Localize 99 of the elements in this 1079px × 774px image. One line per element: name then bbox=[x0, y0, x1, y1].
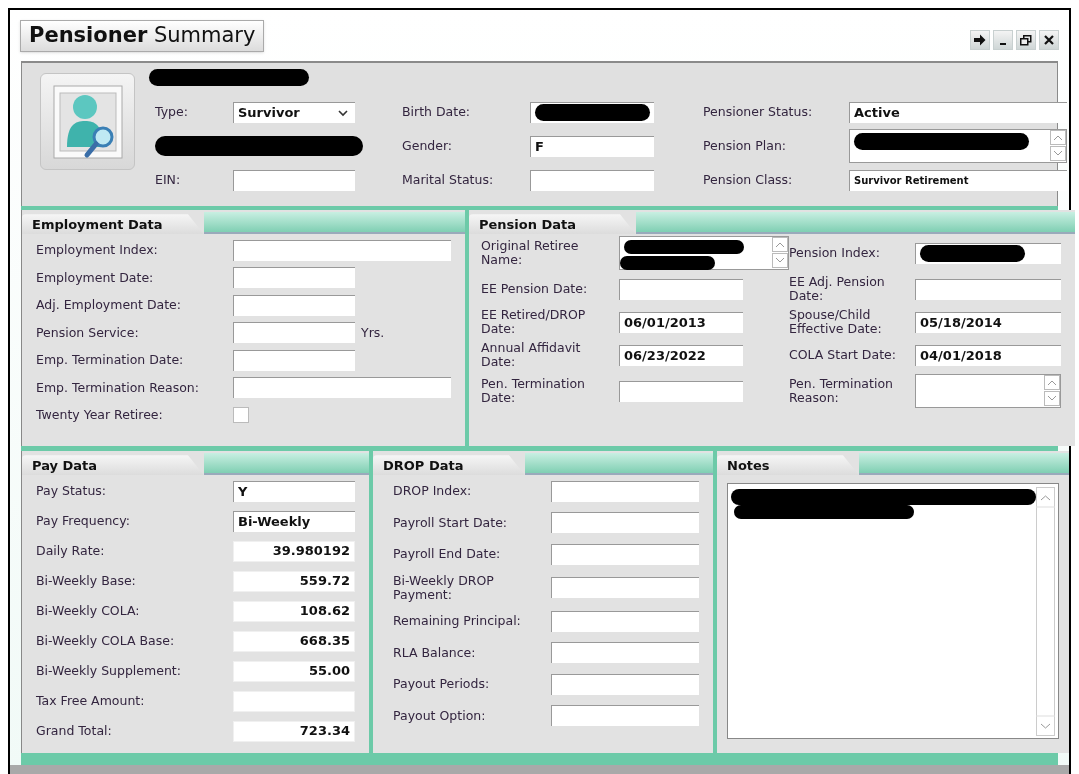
field-label: Pension Plan: bbox=[703, 139, 788, 154]
field-label: Adj. Employment Date: bbox=[36, 298, 182, 313]
input-field[interactable] bbox=[233, 169, 355, 191]
input-field[interactable]: Bi-Weekly bbox=[233, 510, 355, 532]
input-field[interactable] bbox=[849, 129, 1067, 164]
field-label: Original Retiree Name: bbox=[481, 239, 580, 268]
field-label: Grand Total: bbox=[36, 724, 113, 739]
field-label: Employment Date: bbox=[36, 270, 155, 285]
input-field[interactable]: 55.00 bbox=[233, 660, 355, 682]
input-field[interactable]: 668.35 bbox=[233, 630, 355, 652]
field-label: Employment Index: bbox=[36, 243, 159, 258]
field-label: Birth Date: bbox=[402, 105, 472, 120]
field-label: Pen. Termination Reason: bbox=[789, 377, 894, 406]
input-field[interactable] bbox=[551, 673, 699, 695]
field-label: Bi-Weekly Base: bbox=[36, 574, 137, 589]
close-button[interactable] bbox=[1039, 30, 1059, 50]
input-field[interactable] bbox=[233, 239, 451, 261]
field-label: EIN: bbox=[155, 173, 182, 188]
window-title: Pensioner Summary bbox=[20, 20, 265, 52]
minimize-button[interactable] bbox=[993, 30, 1013, 50]
input-field[interactable] bbox=[530, 101, 654, 123]
input-field[interactable]: F bbox=[530, 135, 654, 157]
arrow-icon bbox=[974, 34, 986, 46]
field-label: EE Pension Date: bbox=[481, 282, 589, 297]
input-field[interactable] bbox=[551, 610, 699, 632]
field-label: Tax Free Amount: bbox=[36, 694, 146, 709]
restore-icon bbox=[1020, 34, 1032, 46]
field-label: Gender: bbox=[402, 139, 454, 154]
field-label: Bi-Weekly COLA Base: bbox=[36, 634, 176, 649]
field-label: Bi-Weekly Supplement: bbox=[36, 664, 182, 679]
field-label: EE Retired/DROP Date: bbox=[481, 308, 587, 337]
input-field[interactable] bbox=[233, 377, 451, 399]
input-field[interactable] bbox=[530, 169, 654, 191]
input-field[interactable]: Y bbox=[233, 480, 355, 502]
input-field[interactable] bbox=[551, 543, 699, 565]
field-label: Yrs. bbox=[361, 325, 385, 340]
field-label: Spouse/Child Effective Date: bbox=[789, 308, 883, 337]
input-field[interactable] bbox=[915, 242, 1061, 264]
spinner-arrows-icon bbox=[1044, 375, 1060, 407]
arrow-button[interactable] bbox=[970, 30, 990, 50]
input-field[interactable] bbox=[619, 278, 743, 300]
field-label: Pay Frequency: bbox=[36, 514, 131, 529]
input-field[interactable] bbox=[551, 480, 699, 502]
input-field[interactable]: 05/18/2014 bbox=[915, 311, 1061, 333]
field-label: Emp. Termination Date: bbox=[36, 353, 185, 368]
field-label: Marital Status: bbox=[402, 173, 495, 188]
spinner-arrows-icon bbox=[772, 237, 788, 269]
notes-field[interactable] bbox=[727, 483, 1059, 740]
field-label: Remaining Principal: bbox=[393, 614, 522, 629]
input-field[interactable] bbox=[233, 349, 355, 371]
dropdown[interactable]: Survivor bbox=[233, 101, 355, 123]
field-label: Pension Service: bbox=[36, 325, 140, 340]
field-label: RLA Balance: bbox=[393, 645, 477, 660]
input-field[interactable] bbox=[619, 236, 789, 271]
field-label: COLA Start Date: bbox=[789, 348, 897, 363]
field-label: Payroll Start Date: bbox=[393, 515, 509, 530]
input-field[interactable]: 06/23/2022 bbox=[619, 344, 743, 366]
input-field[interactable] bbox=[915, 374, 1061, 409]
field-label: Payout Periods: bbox=[393, 677, 491, 692]
input-field[interactable] bbox=[915, 278, 1061, 300]
field-label: Payroll End Date: bbox=[393, 547, 502, 562]
minimize-icon bbox=[1000, 43, 1006, 45]
field-label: Bi-Weekly COLA: bbox=[36, 604, 141, 619]
input-field[interactable]: Active bbox=[849, 101, 1067, 123]
input-field[interactable] bbox=[551, 577, 699, 599]
input-field[interactable]: 108.62 bbox=[233, 600, 355, 622]
field-label: Pension Index: bbox=[789, 246, 881, 261]
input-field[interactable] bbox=[551, 642, 699, 664]
input-field[interactable]: 04/01/2018 bbox=[915, 344, 1061, 366]
field-label: Payout Option: bbox=[393, 708, 487, 723]
field-label: Bi-Weekly DROP Payment: bbox=[393, 573, 495, 602]
input-field[interactable]: 06/01/2013 bbox=[619, 311, 743, 333]
field-label: Emp. Termination Reason: bbox=[36, 380, 200, 395]
field-label: Daily Rate: bbox=[36, 544, 106, 559]
field-label: Type: bbox=[155, 105, 189, 120]
spinner-arrows-icon bbox=[1050, 130, 1066, 162]
checkbox[interactable] bbox=[233, 407, 249, 424]
field-label: Annual Affidavit Date: bbox=[481, 341, 582, 370]
input-field[interactable]: 39.980192 bbox=[233, 540, 355, 562]
field-label: EE Adj. Pension Date: bbox=[789, 275, 886, 304]
field-label: Twenty Year Retiree: bbox=[36, 408, 164, 423]
close-icon bbox=[1044, 35, 1054, 45]
input-field[interactable]: 723.34 bbox=[233, 720, 355, 742]
input-field[interactable] bbox=[233, 294, 355, 316]
input-field[interactable]: Survivor Retirement bbox=[849, 169, 1067, 191]
input-field[interactable] bbox=[233, 322, 355, 344]
field-label: Pensioner Status: bbox=[703, 105, 814, 120]
field-label: DROP Index: bbox=[393, 484, 473, 499]
input-field[interactable] bbox=[619, 380, 743, 402]
input-field[interactable] bbox=[551, 512, 699, 534]
chevron-icon bbox=[337, 107, 349, 118]
restore-button[interactable] bbox=[1016, 30, 1036, 50]
input-field[interactable] bbox=[233, 267, 355, 289]
field-label: Pay Status: bbox=[36, 484, 108, 499]
user-search-icon bbox=[52, 84, 123, 159]
input-field[interactable]: 559.72 bbox=[233, 570, 355, 592]
field-label: Pen. Termination Date: bbox=[481, 377, 586, 406]
input-field[interactable] bbox=[551, 705, 699, 727]
field-label: Pension Class: bbox=[703, 173, 794, 188]
